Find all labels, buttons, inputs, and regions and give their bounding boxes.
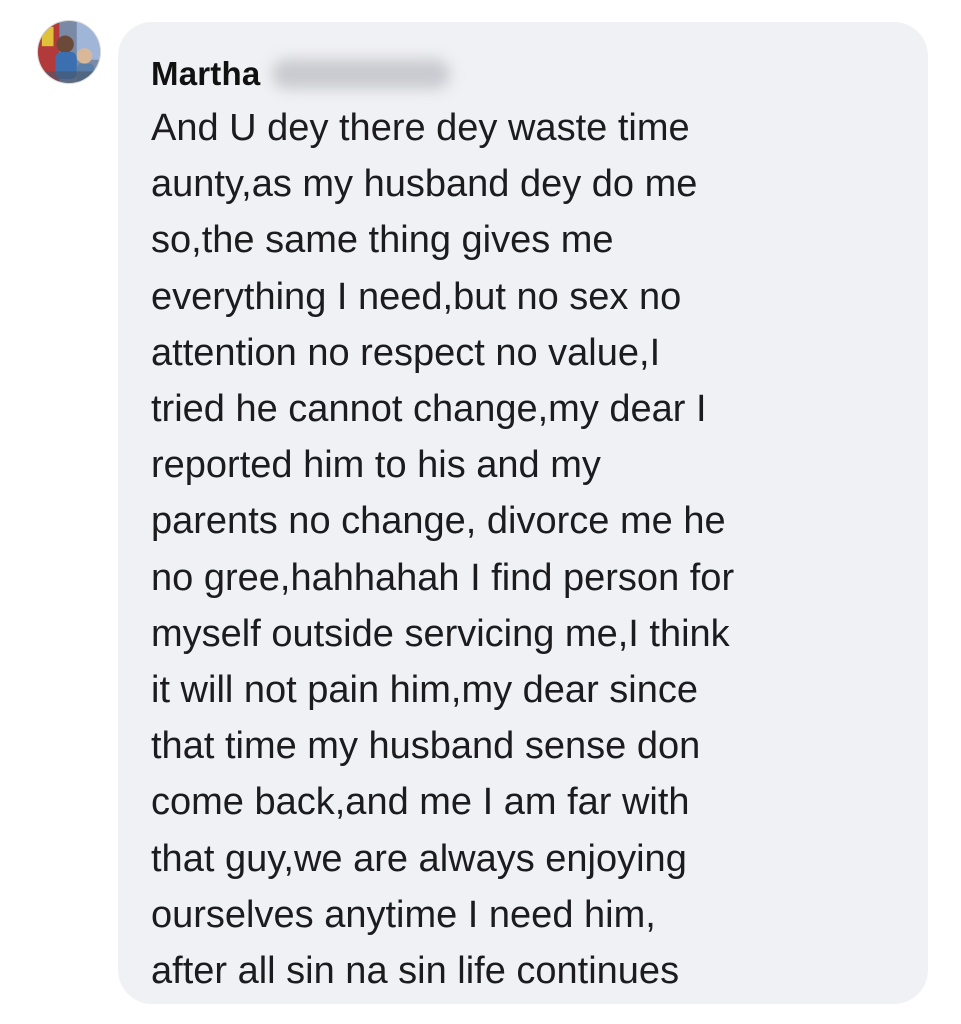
comment-text-line: come back,and me I am far with — [151, 781, 690, 824]
comment-text-line: it will not pain him,my dear since — [151, 669, 698, 712]
comment-text-line: And U dey there dey waste time — [151, 107, 690, 149]
avatar[interactable] — [37, 20, 101, 84]
comment-text-line: that time my husband sense don — [151, 725, 701, 768]
comment-text-line: after all sin na sin life continues — [151, 950, 680, 993]
comment-screen: Martha And U dey there dey waste time aun… — [0, 0, 961, 1024]
comment-text-line: no gree,hahhahah I find person for — [151, 556, 735, 599]
comment-text-line: everything I need,but no sex no — [151, 275, 682, 318]
comment-text: And U dey there dey waste time aunty,as m… — [151, 100, 904, 999]
comment-author-row: Martha — [151, 52, 904, 96]
comment-text-line: attention no respect no value,I — [151, 331, 661, 374]
blurred-surname-redaction — [272, 59, 451, 89]
comment-text-line: tried he cannot change,my dear I — [151, 388, 707, 431]
comment-text-line: ourselves anytime I need him, — [151, 893, 656, 936]
comment-author-name[interactable]: Martha — [151, 55, 260, 93]
profile-photo-icon — [38, 21, 100, 83]
comment-text-line: reported him to his and my — [151, 444, 601, 487]
comment-text-line: parents no change, divorce me he — [151, 500, 726, 543]
comment-text-line: aunty,as my husband dey do me — [151, 163, 698, 206]
comment-text-line: myself outside servicing me,I think — [151, 612, 730, 655]
comment-text-line: that guy,we are always enjoying — [151, 837, 687, 880]
comment-text-line: so,the same thing gives me — [151, 219, 614, 262]
comment-bubble: Martha And U dey there dey waste time aun… — [118, 22, 928, 1004]
